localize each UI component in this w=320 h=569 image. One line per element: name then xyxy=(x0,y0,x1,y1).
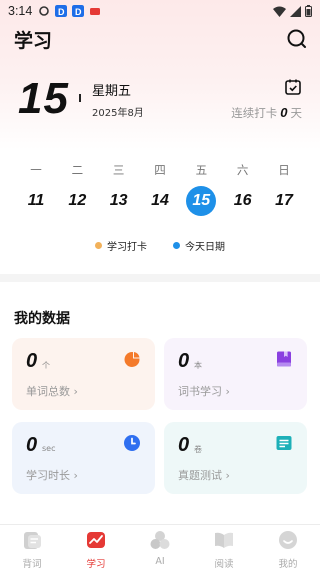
tab-ai[interactable]: AI xyxy=(128,525,192,569)
app-d-icon: D xyxy=(55,5,68,17)
tab-study[interactable]: 学习 xyxy=(64,525,128,569)
stat-unit: sec xyxy=(42,444,56,453)
streak-label: 连续打卡 xyxy=(231,106,278,120)
checkin-streak: 连续打卡 0 天 xyxy=(231,105,302,121)
tab-profile[interactable]: 我的 xyxy=(256,525,320,569)
svg-text:D: D xyxy=(58,7,65,17)
wifi-icon xyxy=(273,6,286,17)
stat-card-books[interactable]: 0 本 词书学习 › xyxy=(164,338,307,410)
tab-label: 我的 xyxy=(278,559,298,569)
calendar-day[interactable]: 11 xyxy=(21,186,51,216)
legend-label: 今天日期 xyxy=(185,242,225,253)
battery-icon xyxy=(305,5,312,17)
tab-label: 阅读 xyxy=(214,559,234,569)
chart-icon xyxy=(87,532,105,548)
legend-today: 今天日期 xyxy=(173,238,225,253)
legend-label: 学习打卡 xyxy=(107,242,147,253)
bottom-tab-bar: 背词 学习 AI 阅读 我的 xyxy=(0,524,320,569)
stat-label: 真题测试 › xyxy=(178,469,230,482)
stat-value: 0 xyxy=(26,434,38,456)
weekday-label: 五 xyxy=(195,163,208,177)
book-icon xyxy=(277,351,291,367)
clock-icon xyxy=(124,435,140,451)
legend-dot xyxy=(173,242,180,249)
date-separator xyxy=(79,94,81,102)
status-time: 3:14 xyxy=(8,4,33,18)
calendar-day[interactable]: 17 xyxy=(269,186,299,216)
stat-unit: 个 xyxy=(42,361,50,370)
stat-card-words[interactable]: 0 个 单词总数 › xyxy=(12,338,155,410)
calendar-day[interactable]: 14 xyxy=(145,186,175,216)
calendar-day-today[interactable]: 15 xyxy=(186,186,217,216)
stat-value: 0 xyxy=(26,350,38,372)
streak-days: 0 xyxy=(280,105,288,120)
calendar-day[interactable]: 12 xyxy=(62,186,92,216)
streak-unit: 天 xyxy=(290,106,303,120)
year-month: 2025年8月 xyxy=(92,108,144,119)
stat-card-exams[interactable]: 0 卷 真题测试 › xyxy=(164,422,307,494)
tab-label: AI xyxy=(155,556,165,567)
weekday-label: 日 xyxy=(278,163,290,177)
legend-checkin: 学习打卡 xyxy=(95,238,147,253)
weekday-label: 二 xyxy=(71,163,84,177)
current-day: 15 xyxy=(18,74,69,123)
exam-icon xyxy=(276,436,292,450)
weekday-label: 一 xyxy=(30,163,42,177)
section-title: 我的数据 xyxy=(14,311,70,327)
video-icon xyxy=(90,8,101,15)
calendar-legend: 学习打卡 今天日期 xyxy=(0,238,320,253)
ai-icon xyxy=(150,531,170,549)
stat-unit: 卷 xyxy=(194,445,202,454)
sync-icon xyxy=(39,6,50,16)
stat-label: 词书学习 › xyxy=(178,385,230,398)
tab-label: 背词 xyxy=(22,559,42,569)
weekday: 星期五 xyxy=(92,84,132,99)
flashcard-icon xyxy=(24,532,41,549)
section-divider xyxy=(0,274,320,282)
legend-dot xyxy=(95,242,102,249)
stat-card-time[interactable]: 0 sec 学习时长 › xyxy=(12,422,155,494)
tab-label: 学习 xyxy=(86,559,106,569)
calendar-day[interactable]: 13 xyxy=(104,186,134,216)
weekday-label: 三 xyxy=(112,163,125,177)
weekday-label: 四 xyxy=(154,163,166,177)
signal-icon xyxy=(290,5,301,17)
tab-vocab[interactable]: 背词 xyxy=(0,525,64,569)
calendar-day[interactable]: 16 xyxy=(228,186,258,216)
svg-text:D: D xyxy=(75,7,82,17)
week-calendar: 一 11 二 12 三 13 四 14 五 15 六 16 日 17 xyxy=(18,162,302,216)
weekday-label: 六 xyxy=(236,163,249,177)
status-bar: 3:14 D D xyxy=(0,0,320,22)
stat-value: 0 xyxy=(178,350,190,372)
reading-icon xyxy=(215,532,233,548)
stat-label: 学习时长 › xyxy=(26,469,78,482)
app-d-icon-2: D xyxy=(72,5,85,17)
page-title: 学习 xyxy=(14,30,53,52)
stat-unit: 本 xyxy=(194,361,202,370)
stat-value: 0 xyxy=(178,434,190,456)
stat-label: 单词总数 › xyxy=(26,385,78,398)
profile-icon xyxy=(279,531,297,549)
app-header: 学习 xyxy=(12,26,308,54)
tab-reading[interactable]: 阅读 xyxy=(192,525,256,569)
search-icon[interactable] xyxy=(286,28,308,50)
pie-chart-icon xyxy=(124,351,141,367)
calendar-check-icon[interactable] xyxy=(284,78,302,96)
